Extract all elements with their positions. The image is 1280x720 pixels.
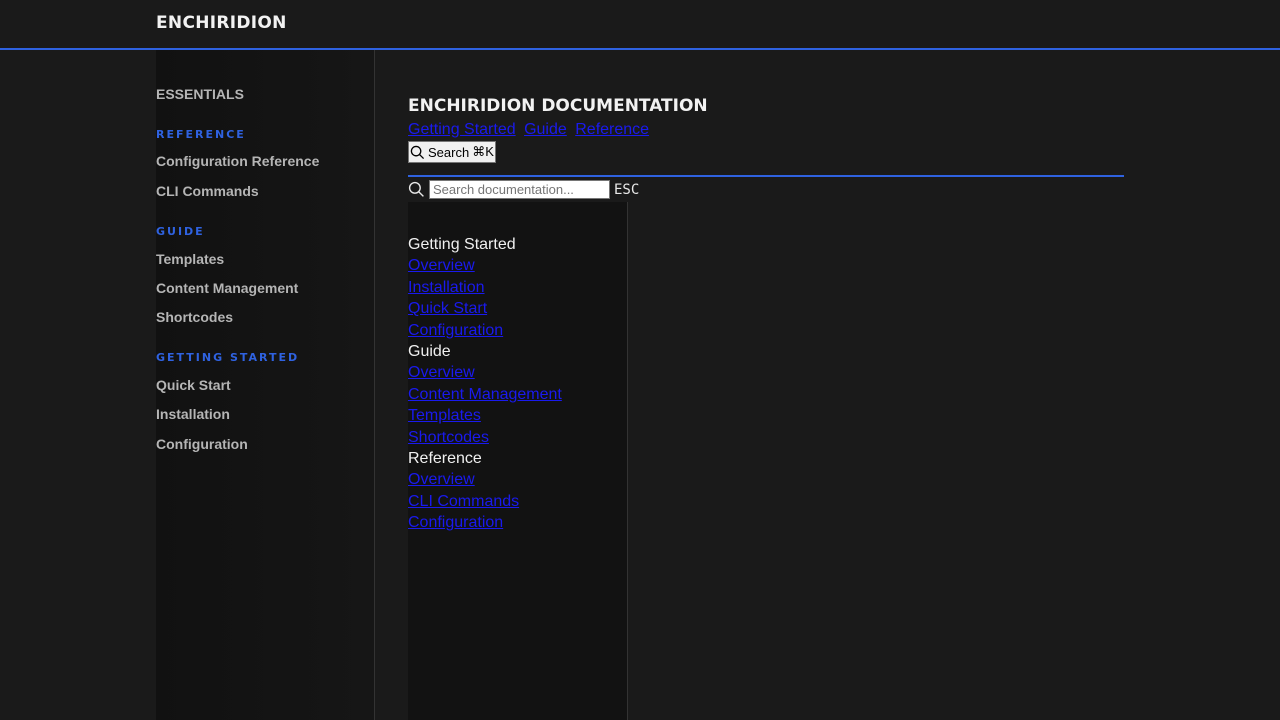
sidebar-category-reference: REFERENCE	[156, 128, 246, 141]
result-link[interactable]: Content Management	[408, 384, 562, 405]
search-icon	[408, 181, 424, 197]
result-link[interactable]: Quick Start	[408, 298, 562, 319]
result-link[interactable]: CLI Commands	[408, 491, 562, 512]
result-link[interactable]: Configuration	[408, 320, 562, 341]
search-button[interactable]: Search ⌘K	[408, 141, 496, 163]
sidebar: ESSENTIALS REFERENCE Configuration Refer…	[156, 50, 375, 720]
sidebar-item-configuration-reference[interactable]: Configuration Reference	[156, 153, 319, 169]
sidebar-item-configuration[interactable]: Configuration	[156, 436, 248, 452]
sidebar-item-content-management[interactable]: Content Management	[156, 280, 298, 296]
nav-link-guide[interactable]: Guide	[524, 121, 567, 138]
esc-key-hint[interactable]: ESC	[614, 182, 639, 198]
result-group-getting-started: Getting Started	[408, 236, 516, 253]
result-link[interactable]: Overview	[408, 362, 562, 383]
result-link[interactable]: Templates	[408, 405, 562, 426]
result-group-guide: Guide	[408, 343, 451, 361]
result-link[interactable]: Shortcodes	[408, 427, 562, 448]
result-group-reference: Reference	[408, 450, 482, 468]
search-divider	[408, 175, 1124, 177]
search-bar: ESC	[408, 180, 639, 199]
search-button-label: Search	[428, 144, 470, 160]
nav-link-reference[interactable]: Reference	[575, 121, 649, 138]
site-brand[interactable]: ENCHIRIDION	[156, 13, 287, 33]
result-link[interactable]: Installation	[408, 277, 562, 298]
sidebar-item-quick-start[interactable]: Quick Start	[156, 377, 231, 393]
sidebar-section-title: ESSENTIALS	[156, 86, 244, 102]
result-link[interactable]: Overview	[408, 255, 562, 276]
search-shortcut: ⌘K	[472, 144, 494, 159]
sidebar-category-guide: GUIDE	[156, 225, 205, 238]
search-icon	[410, 145, 425, 159]
page-title: ENCHIRIDION DOCUMENTATION	[408, 96, 708, 116]
result-link[interactable]: Configuration	[408, 512, 562, 533]
sidebar-item-shortcodes[interactable]: Shortcodes	[156, 309, 233, 325]
top-nav-links: Getting Started Guide Reference	[408, 121, 653, 139]
sidebar-item-cli-commands[interactable]: CLI Commands	[156, 183, 259, 199]
nav-link-getting-started[interactable]: Getting Started	[408, 121, 516, 138]
top-bar: ENCHIRIDION	[0, 0, 1280, 50]
sidebar-item-templates[interactable]: Templates	[156, 251, 224, 267]
search-input[interactable]	[429, 180, 610, 199]
sidebar-item-installation[interactable]: Installation	[156, 406, 230, 422]
result-link[interactable]: Overview	[408, 469, 562, 490]
search-results: Getting Started Overview Installation Qu…	[408, 234, 562, 534]
sidebar-category-getting-started: GETTING STARTED	[156, 351, 300, 364]
